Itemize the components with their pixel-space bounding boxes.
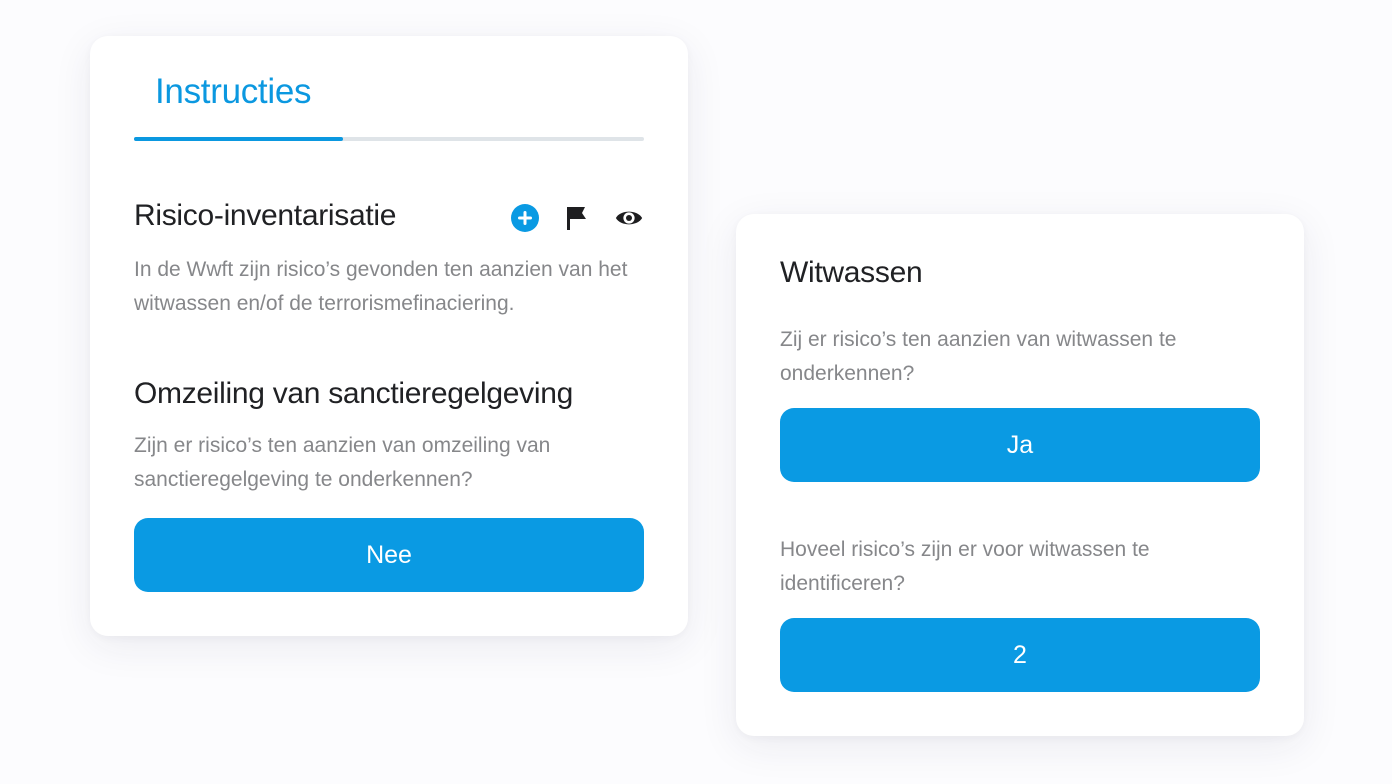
instructions-card: Instructies Risico-inventarisatie In de …: [90, 36, 688, 636]
witwassen-question-2: Hoveel risico’s zijn er voor witwassen t…: [780, 538, 1150, 595]
answer-nee-button[interactable]: Nee: [134, 518, 644, 592]
answer-ja-button[interactable]: Ja: [780, 408, 1260, 482]
tab-instructies[interactable]: Instructies: [155, 72, 312, 112]
section-title-risico-inventarisatie: Risico-inventarisatie: [134, 199, 397, 232]
flag-icon[interactable]: [562, 203, 592, 233]
plus-circle-icon[interactable]: [510, 203, 540, 233]
tab-progress-track: [134, 137, 644, 141]
eye-icon[interactable]: [614, 203, 644, 233]
witwassen-card: Witwassen Zij er risico’s ten aanzien va…: [736, 214, 1304, 736]
card-title-witwassen: Witwassen: [780, 256, 923, 289]
sanctions-question: Zijn er risico’s ten aanzien van omzeili…: [134, 434, 551, 491]
answer-count-button[interactable]: 2: [780, 618, 1260, 692]
tab-active-indicator: [134, 137, 344, 141]
section-description: In de Wwft zijn risico’s gevonden ten aa…: [134, 258, 628, 315]
section-title-sanctieregelgeving: Omzeiling van sanctieregelgeving: [134, 377, 573, 410]
witwassen-question-1: Zij er risico’s ten aanzien van witwasse…: [780, 328, 1177, 385]
section-actions: [510, 203, 644, 233]
